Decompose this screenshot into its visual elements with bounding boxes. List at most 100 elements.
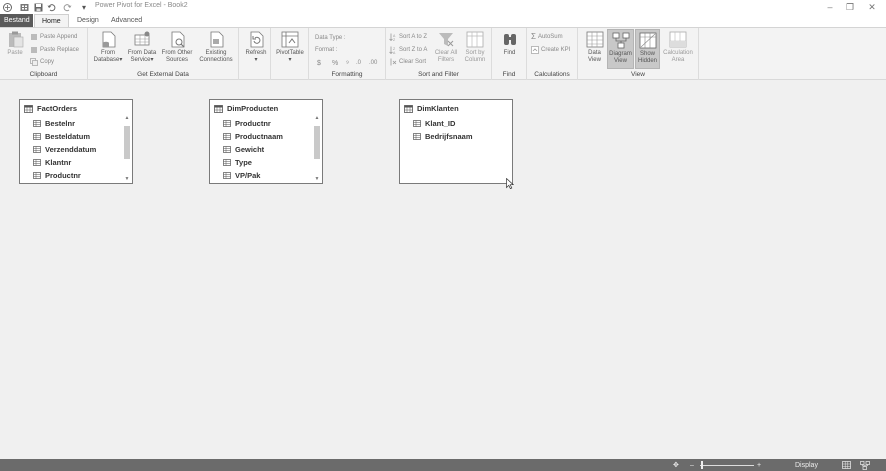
- ribbon: Paste Paste Append Paste Replace Copy Cl…: [0, 27, 886, 80]
- comma-button[interactable]: ⁹: [346, 58, 349, 68]
- percent-button[interactable]: %: [332, 58, 338, 68]
- paste-append-button[interactable]: Paste Append: [30, 32, 77, 42]
- data-view-button[interactable]: Data View: [582, 31, 607, 64]
- column-field[interactable]: Productnaam: [223, 132, 283, 141]
- title-bar: ▾ Power Pivot for Excel - Book2 – ❐ ✕: [0, 0, 886, 14]
- tab-design[interactable]: Design: [70, 14, 106, 27]
- column-field[interactable]: Type: [223, 158, 252, 167]
- clear-sort-button[interactable]: Clear Sort: [389, 57, 426, 67]
- autosum-button[interactable]: Σ AutoSum: [531, 32, 563, 42]
- table-scrollbar[interactable]: ▲ ▼: [313, 114, 321, 183]
- sigma-icon: Σ: [531, 32, 536, 41]
- column-field[interactable]: Klant_ID: [413, 119, 455, 128]
- data-type-dropdown[interactable]: Data Type :: [315, 33, 346, 43]
- view-group-label: View: [631, 71, 645, 78]
- grid-view-icon[interactable]: [842, 460, 851, 470]
- window-title: Power Pivot for Excel - Book2: [95, 2, 188, 9]
- clear-filter-icon: [439, 33, 454, 47]
- table-header[interactable]: DimKlanten: [404, 104, 459, 113]
- external-data-group: From Database▾ From Data Service▾ From O…: [88, 28, 239, 80]
- sort-by-column-button[interactable]: Sort by Column: [461, 31, 489, 64]
- sort-a-to-z-button[interactable]: AZ Sort A to Z: [389, 32, 427, 42]
- connections-icon: [210, 31, 224, 48]
- from-database-button[interactable]: From Database▾: [90, 31, 126, 64]
- table-scrollbar[interactable]: ▲ ▼: [123, 114, 131, 183]
- column-icon: [33, 172, 41, 179]
- tab-advanced[interactable]: Advanced: [104, 14, 149, 27]
- column-field[interactable]: Besteldatum: [33, 132, 90, 141]
- binoculars-icon: [503, 34, 516, 45]
- find-button[interactable]: Find: [496, 31, 523, 57]
- redo-icon[interactable]: [62, 2, 72, 12]
- close-button[interactable]: ✕: [862, 1, 882, 13]
- zoom-in-button[interactable]: +: [757, 460, 761, 470]
- zoom-out-button[interactable]: –: [690, 460, 694, 470]
- scroll-up-icon[interactable]: ▲: [123, 114, 131, 122]
- show-hidden-icon: [639, 32, 656, 49]
- table-header[interactable]: DimProducten: [214, 104, 278, 113]
- calculation-area-icon: [669, 31, 687, 48]
- calculations-group-label: Calculations: [534, 71, 570, 78]
- scroll-down-icon[interactable]: ▼: [313, 175, 321, 183]
- refresh-button[interactable]: Refresh ▾: [243, 31, 269, 64]
- decrease-decimal-button[interactable]: .00: [369, 58, 377, 68]
- table-header[interactable]: FactOrders: [24, 104, 77, 113]
- diagram-view-button[interactable]: Diagram View: [607, 29, 634, 69]
- clipboard-group-label: Clipboard: [29, 71, 58, 78]
- sort-z-to-a-button[interactable]: ZA Sort Z to A: [389, 45, 427, 55]
- existing-connections-button[interactable]: Existing Connections: [196, 31, 236, 64]
- paste-replace-button[interactable]: Paste Replace: [30, 45, 79, 55]
- column-icon: [33, 120, 41, 127]
- grid-icon[interactable]: [19, 2, 29, 12]
- column-field[interactable]: Bedrijfsnaam: [413, 132, 473, 141]
- diagram-canvas[interactable]: FactOrders Bestelnr Besteldatum Verzendd…: [0, 80, 886, 459]
- ribbon-tab-row: Bestand Home Design Advanced: [0, 14, 886, 28]
- fit-to-screen-icon[interactable]: ✥: [673, 460, 679, 470]
- format-dropdown[interactable]: Format :: [315, 45, 337, 55]
- create-kpi-button[interactable]: Create KPI: [531, 45, 570, 55]
- save-icon[interactable]: [33, 2, 43, 12]
- pivottable-icon: [281, 31, 299, 48]
- column-field[interactable]: Productnr: [33, 171, 81, 180]
- increase-decimal-button[interactable]: .0: [356, 58, 361, 68]
- scroll-thumb[interactable]: [314, 126, 320, 159]
- column-field[interactable]: Productnr: [223, 119, 271, 128]
- diagram-view-status-icon[interactable]: [860, 460, 870, 470]
- column-field[interactable]: Gewicht: [223, 145, 264, 154]
- scroll-thumb[interactable]: [124, 126, 130, 159]
- from-other-sources-button[interactable]: From Other Sources: [159, 31, 195, 64]
- minimize-button[interactable]: –: [820, 1, 840, 13]
- customize-quick-access-button[interactable]: ▾: [79, 2, 89, 12]
- table-factorders[interactable]: FactOrders Bestelnr Besteldatum Verzendd…: [19, 99, 133, 184]
- table-dimproducten[interactable]: DimProducten Productnr Productnaam Gewic…: [209, 99, 323, 184]
- paste-button[interactable]: Paste: [4, 31, 26, 57]
- copy-button[interactable]: Copy: [30, 57, 54, 67]
- calculation-area-button[interactable]: Calculation Area: [660, 31, 696, 64]
- zoom-slider[interactable]: [700, 460, 754, 470]
- external-data-group-label: Get External Data: [137, 71, 189, 78]
- undo-icon[interactable]: [46, 2, 56, 12]
- column-field[interactable]: Klantnr: [33, 158, 71, 167]
- view-group: Data View Diagram View Show Hidden Calcu…: [578, 28, 699, 80]
- column-icon: [223, 146, 231, 153]
- column-field[interactable]: Bestelnr: [33, 119, 75, 128]
- zoom-thumb[interactable]: [701, 461, 703, 469]
- tab-file[interactable]: Bestand: [0, 14, 33, 27]
- scroll-down-icon[interactable]: ▼: [123, 175, 131, 183]
- sort-by-column-icon: [466, 31, 484, 48]
- pivottable-button[interactable]: PivotTable ▾: [273, 31, 307, 64]
- svg-text:A: A: [393, 51, 396, 54]
- from-data-service-button[interactable]: From Data Service▾: [124, 31, 160, 64]
- column-icon: [413, 133, 421, 140]
- table-dimklanten[interactable]: DimKlanten Klant_ID Bedrijfsnaam: [399, 99, 513, 184]
- clear-all-filters-button[interactable]: Clear All Filters: [432, 31, 460, 64]
- show-hidden-button[interactable]: Show Hidden: [635, 29, 660, 69]
- tab-home[interactable]: Home: [34, 14, 69, 28]
- scroll-up-icon[interactable]: ▲: [313, 114, 321, 122]
- restore-button[interactable]: ❐: [840, 1, 860, 13]
- column-field[interactable]: VP/Pak: [223, 171, 260, 180]
- currency-button[interactable]: $: [317, 58, 321, 68]
- column-icon: [223, 120, 231, 127]
- calculations-group: Σ AutoSum Create KPI Calculations: [527, 28, 578, 80]
- column-field[interactable]: Verzenddatum: [33, 145, 96, 154]
